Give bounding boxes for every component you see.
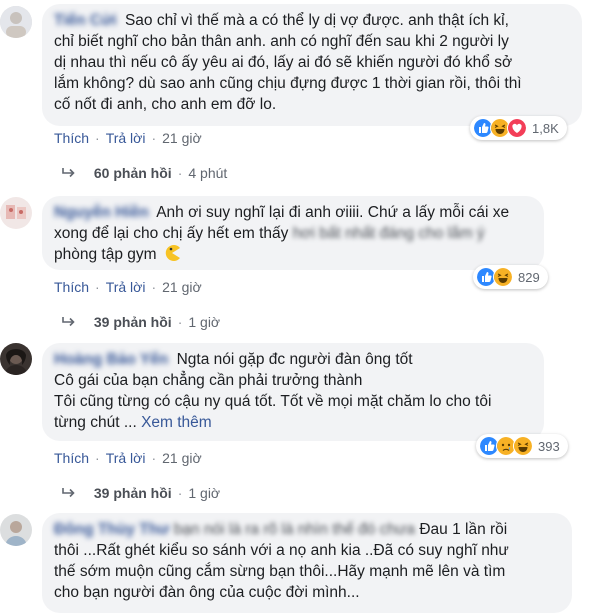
comment-bubble: Nguyễn Hiền Anh ơi suy nghĩ lại đi anh ơ… [42, 196, 544, 270]
comment-author[interactable]: Đông Thùy Thư [54, 521, 169, 538]
reply-link[interactable]: Trả lời [106, 130, 146, 146]
comment-text-line: Ngta nói gặp đc người đàn ông tốt [176, 351, 413, 368]
reply-arrow-icon [62, 168, 75, 178]
comment-text-line: chỉ biết nghĩ cho bản thân anh. anh có n… [54, 33, 509, 50]
replies-count[interactable]: 39 phản hồi [94, 314, 172, 330]
see-more-link[interactable]: Xem thêm [141, 414, 212, 431]
comment-text-line: cố nốt đi anh, cho anh em đỡ lo. [54, 96, 277, 113]
comment-text-line: xong để lại cho chị ấy hết em thấy [54, 225, 289, 242]
comment-time[interactable]: 21 giờ [162, 279, 202, 295]
like-link[interactable]: Thích [54, 130, 89, 146]
reaction-count: 393 [538, 438, 560, 454]
reaction-summary[interactable]: 829 [473, 265, 548, 289]
comment-text-line: Tôi cũng từng có cậu ny quá tốt. Tốt về … [54, 393, 492, 410]
replies-count[interactable]: 60 phản hồi [94, 165, 172, 181]
comment-time[interactable]: 21 giờ [162, 130, 202, 146]
reply-link[interactable]: Trả lời [106, 279, 146, 295]
haha-reaction-icon [513, 436, 533, 456]
blurred-text: hơi bất nhất đáng cho lắm ý [292, 225, 485, 242]
comment-text-line: Cô gái của bạn chẳng cần phải trưởng thà… [54, 372, 363, 389]
view-replies[interactable]: 60 phản hồi · 4 phút [62, 165, 227, 181]
reaction-count: 1,8K [532, 120, 559, 136]
love-reaction-icon [507, 118, 527, 138]
comment-bubble: Tiến Cửi Sao chỉ vì thế mà a có thể ly d… [42, 4, 582, 126]
comment-text-line: lắm không? dù sao anh cũng chịu đựng đượ… [54, 75, 522, 92]
comment-text-line: cho bạn người đàn ông của cuộc đời mình.… [54, 584, 360, 601]
avatar[interactable] [0, 343, 32, 375]
comment-author[interactable]: Nguyễn Hiền [54, 204, 149, 221]
comment-author[interactable]: Tiến Cửi [54, 12, 117, 29]
reaction-summary[interactable]: 393 [476, 434, 568, 458]
blurred-text: bạn nói là ra rõ là nhìn thế đó chưa [173, 521, 416, 538]
replies-time: 1 giờ [188, 485, 221, 501]
comment-text-line: phòng tập gym [54, 246, 157, 263]
comment-text-line: thế sớm muộn cũng cắm sừng bạn thôi...Hã… [54, 563, 506, 580]
replies-time: 1 giờ [188, 314, 221, 330]
comment-text-line: thôi ...Rất ghét kiểu so sánh với a nọ a… [54, 542, 509, 559]
comment-text-line: Anh ơi suy nghĩ lại đi anh ơiiii. Chứ a … [156, 204, 510, 221]
view-replies[interactable]: 39 phản hồi · 1 giờ [62, 485, 220, 501]
reply-link[interactable]: Trả lời [106, 450, 146, 466]
avatar[interactable] [0, 197, 32, 229]
reaction-count: 829 [518, 269, 540, 285]
comment-actions: Thích · Trả lời · 21 giờ [54, 450, 202, 466]
like-link[interactable]: Thích [54, 279, 89, 295]
avatar[interactable] [0, 514, 32, 546]
avatar[interactable] [0, 6, 32, 38]
reply-arrow-icon [62, 317, 75, 327]
comment-author[interactable]: Hoàng Bảo Yến [54, 351, 168, 368]
like-link[interactable]: Thích [54, 450, 89, 466]
comment-bubble: Hoàng Bảo Yến Ngta nói gặp đc người đàn … [42, 343, 544, 441]
replies-time: 4 phút [188, 165, 228, 181]
comment-actions: Thích · Trả lời · 21 giờ [54, 130, 202, 146]
comment-text-line: từng chút ... [54, 414, 137, 431]
comment-actions: Thích · Trả lời · 21 giờ [54, 279, 202, 295]
pacman-emoji-icon [165, 245, 180, 261]
comment-bubble: Đông Thùy Thư bạn nói là ra rõ là nhìn t… [42, 513, 572, 613]
replies-count[interactable]: 39 phản hồi [94, 485, 172, 501]
view-replies[interactable]: 39 phản hồi · 1 giờ [62, 314, 220, 330]
comment-time[interactable]: 21 giờ [162, 450, 202, 466]
reaction-summary[interactable]: 1,8K [470, 116, 567, 140]
reply-arrow-icon [62, 488, 75, 498]
comment-text-line: Sao chỉ vì thế mà a có thể ly dị vợ được… [124, 12, 509, 29]
haha-reaction-icon [493, 267, 513, 287]
comment-text-line: dị nhau thì nếu cô ấy yêu ai đó, lấy ai … [54, 54, 513, 71]
comment-text-line: Đau 1 lần rồi [419, 521, 508, 538]
